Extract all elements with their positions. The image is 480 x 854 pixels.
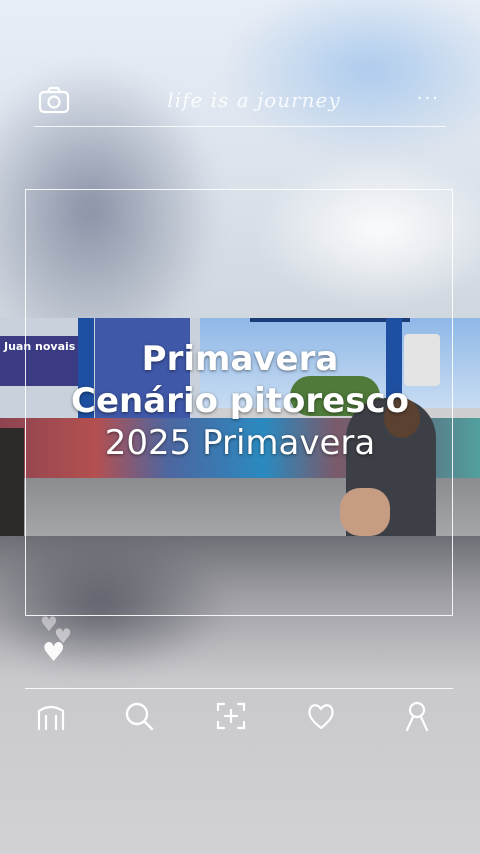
floating-hearts: ♥ ♥ ♥ [38, 612, 82, 668]
tagline-text: life is a journey [167, 88, 341, 112]
home-icon[interactable] [31, 696, 71, 736]
profile-icon[interactable] [397, 696, 437, 736]
photo-frame [25, 189, 453, 616]
add-icon[interactable] [211, 696, 251, 736]
heart-icon[interactable] [301, 696, 341, 736]
bottom-nav [25, 696, 453, 736]
search-icon[interactable] [119, 696, 159, 736]
heart-icon[interactable]: ♥ [42, 638, 65, 668]
top-divider [34, 126, 446, 127]
more-icon[interactable]: ··· [417, 88, 440, 109]
camera-icon[interactable] [38, 86, 70, 118]
top-bar: life is a journey ··· [34, 84, 446, 124]
bottom-divider [25, 688, 453, 689]
